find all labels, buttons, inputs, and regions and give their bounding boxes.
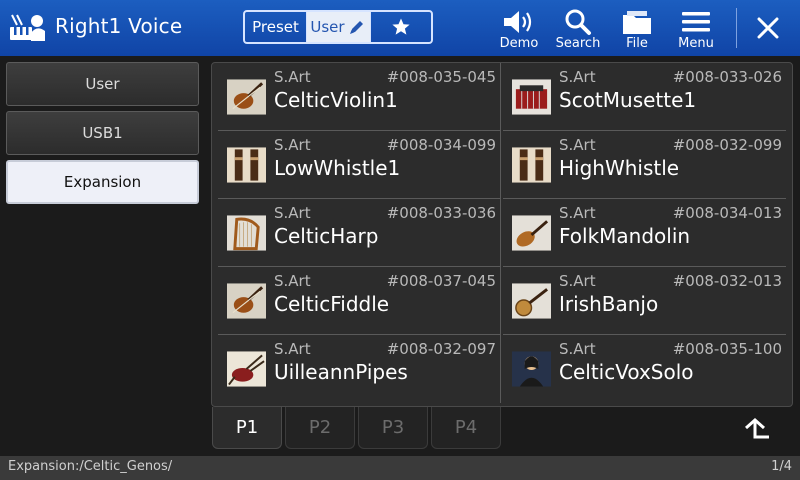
voice-name: HighWhistle: [559, 156, 680, 180]
voice-name: CelticFiddle: [274, 292, 390, 316]
harp-icon: [227, 215, 266, 251]
voice-name: IrishBanjo: [559, 292, 659, 316]
voice-category: S.Art: [559, 68, 596, 86]
voice-number: #008-034-013: [672, 204, 782, 222]
voice-name: UilleannPipes: [274, 360, 408, 384]
voice-category: S.Art: [274, 68, 311, 86]
sidebar-item-usb1[interactable]: USB1: [6, 111, 199, 155]
page-tab-p3[interactable]: P3: [358, 407, 428, 449]
pen-icon: [349, 21, 363, 34]
bagpipes-icon: [227, 351, 266, 387]
voice-number: #008-033-026: [672, 68, 782, 86]
voice-item[interactable]: S.Art #008-032-099 HighWhistle: [503, 131, 786, 199]
voice-item[interactable]: S.Art #008-034-013 FolkMandolin: [503, 199, 786, 267]
voice-number: #008-032-013: [672, 272, 782, 290]
violin-icon: [227, 79, 266, 115]
tab-user-label: User: [310, 18, 345, 36]
file-button[interactable]: File: [605, 0, 669, 56]
accordion-icon: [512, 79, 551, 115]
violin-icon: [227, 283, 266, 319]
voice-name: ScotMusette1: [559, 88, 697, 112]
whistle-icon: [227, 147, 266, 183]
voice-item[interactable]: S.Art #008-032-097 UilleannPipes: [218, 335, 501, 403]
status-bar: Expansion:/Celtic_Genos/ 1/4: [0, 456, 800, 480]
menu-button[interactable]: Menu: [664, 0, 728, 56]
keyboard-voice-icon: [10, 14, 45, 41]
speaker-icon: [504, 11, 532, 33]
voice-name: CelticVoxSolo: [559, 360, 694, 384]
mandolin-icon: [512, 215, 551, 251]
voice-category: S.Art: [274, 204, 311, 222]
page-tab-p1[interactable]: P1: [212, 407, 282, 449]
voice-name: CelticViolin1: [274, 88, 398, 112]
voice-number: #008-037-045: [386, 272, 496, 290]
page-tab-p4[interactable]: P4: [431, 407, 501, 449]
voice-category: S.Art: [559, 340, 596, 358]
search-button[interactable]: Search: [546, 0, 610, 56]
voice-category: S.Art: [274, 136, 311, 154]
voice-name: LowWhistle1: [274, 156, 401, 180]
voice-item[interactable]: S.Art #008-033-026 ScotMusette1: [503, 63, 786, 131]
sidebar-item-expansion[interactable]: Expansion: [6, 160, 199, 204]
tab-preset[interactable]: Preset: [245, 12, 307, 42]
star-icon: [392, 18, 410, 35]
header-divider: [736, 8, 737, 48]
voice-number: #008-033-036: [386, 204, 496, 222]
voice-item[interactable]: S.Art #008-035-100 CelticVoxSolo: [503, 335, 786, 403]
tab-user[interactable]: User: [307, 12, 371, 42]
voice-number: #008-032-099: [672, 136, 782, 154]
demo-label: Demo: [499, 36, 539, 51]
demo-button[interactable]: Demo: [487, 0, 551, 56]
up-folder-button[interactable]: [738, 413, 774, 447]
voice-category: S.Art: [274, 272, 311, 290]
search-icon: [565, 9, 591, 35]
voice-item[interactable]: S.Art #008-035-045 CelticViolin1: [218, 63, 501, 131]
voice-item[interactable]: S.Art #008-032-013 IrishBanjo: [503, 267, 786, 335]
voice-name: CelticHarp: [274, 224, 379, 248]
whistle-icon: [512, 147, 551, 183]
voice-category: S.Art: [559, 136, 596, 154]
close-icon: [757, 17, 779, 39]
file-label: File: [626, 36, 648, 51]
voice-item[interactable]: S.Art #008-033-036 CelticHarp: [218, 199, 501, 267]
folder-icon: [623, 11, 651, 34]
tab-favorite[interactable]: [371, 12, 431, 42]
menu-label: Menu: [678, 36, 714, 51]
voice-item[interactable]: S.Art #008-034-099 LowWhistle1: [218, 131, 501, 199]
voice-number: #008-032-097: [386, 340, 496, 358]
voice-category: S.Art: [559, 204, 596, 222]
close-button[interactable]: [740, 0, 796, 56]
voice-number: #008-034-099: [386, 136, 496, 154]
sidebar-item-user[interactable]: User: [6, 62, 199, 106]
search-label: Search: [555, 36, 601, 51]
voice-name: FolkMandolin: [559, 224, 691, 248]
banjo-icon: [512, 283, 551, 319]
folder-path: Expansion:/Celtic_Genos/: [8, 459, 173, 474]
page-indicator: 1/4: [771, 459, 792, 474]
voice-item[interactable]: S.Art #008-037-045 CelticFiddle: [218, 267, 501, 335]
page-tab-p2[interactable]: P2: [285, 407, 355, 449]
voice-number: #008-035-100: [672, 340, 782, 358]
voice-source-tabs: Preset User: [243, 10, 433, 44]
voice-number: #008-035-045: [386, 68, 496, 86]
up-arrow-icon: [745, 417, 769, 439]
vocalist-icon: [512, 351, 551, 387]
menu-icon: [682, 12, 710, 32]
voice-list-panel: S.Art #008-035-045 CelticViolin1 S.Art #…: [211, 62, 793, 407]
voice-category: S.Art: [274, 340, 311, 358]
page-title: Right1 Voice: [55, 14, 183, 38]
voice-category: S.Art: [559, 272, 596, 290]
sidebar: User USB1 Expansion: [0, 56, 206, 456]
header-bar: Right1 Voice Preset User Demo Search Fil…: [0, 0, 800, 56]
